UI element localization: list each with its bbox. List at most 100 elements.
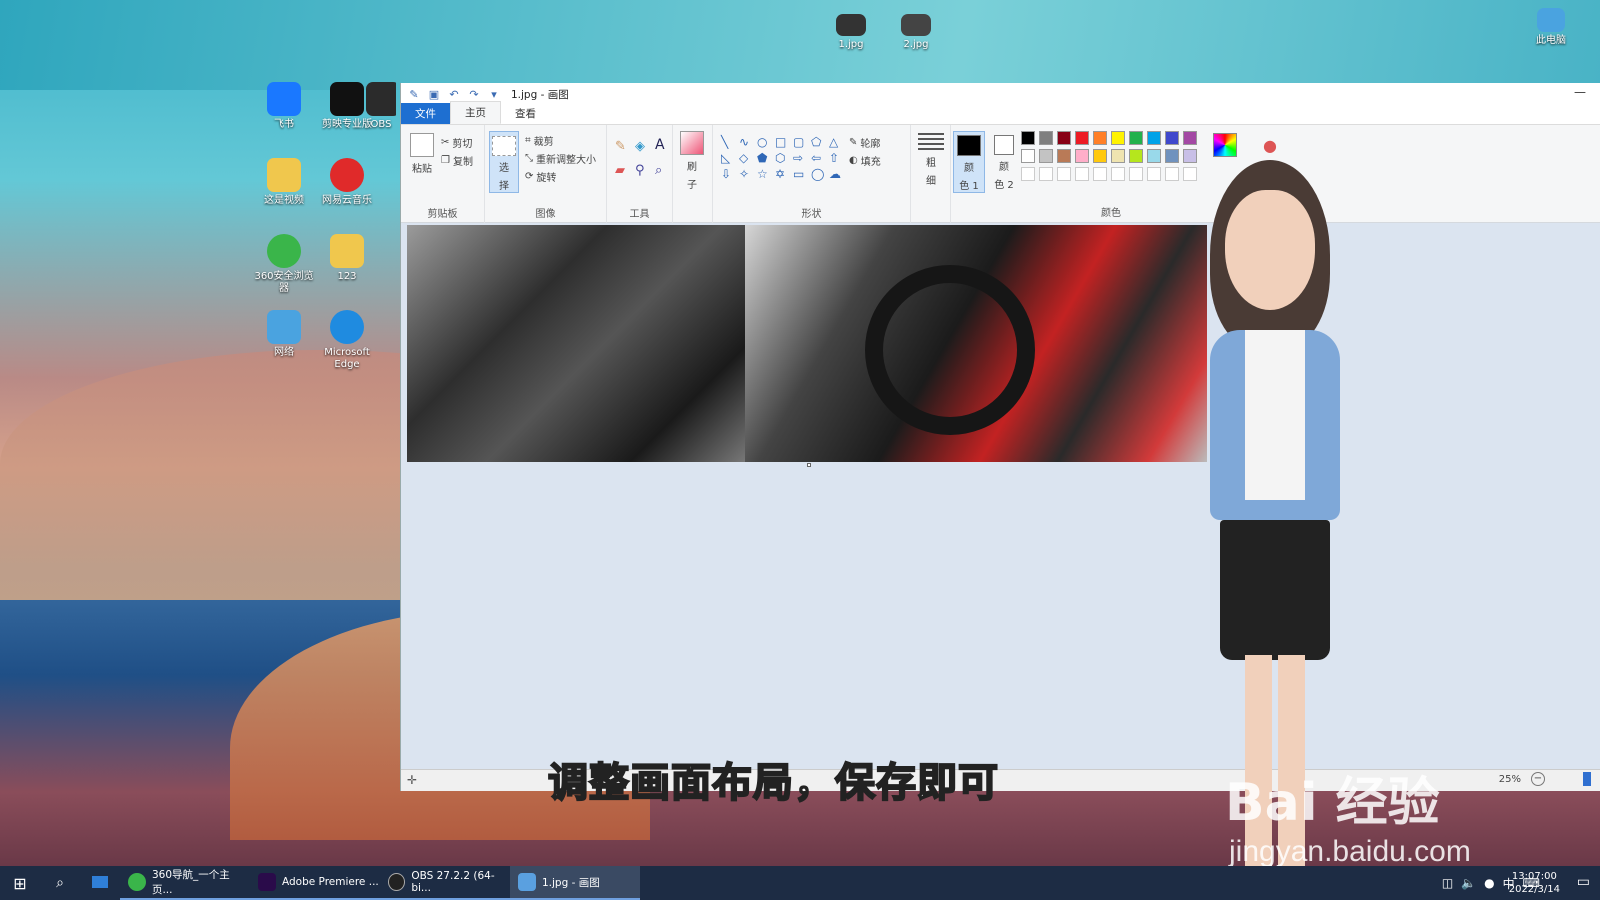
- paint-canvas[interactable]: [407, 225, 1207, 462]
- desktop-icon-360-browser[interactable]: 360安全浏览器: [253, 234, 315, 295]
- callout-rect-icon[interactable]: ▭: [793, 167, 809, 181]
- palette-swatch[interactable]: [1129, 149, 1143, 163]
- palette-swatch[interactable]: [1183, 131, 1197, 145]
- palette-swatch[interactable]: [1021, 149, 1035, 163]
- palette-custom-swatch[interactable]: [1075, 167, 1089, 181]
- rectangle-shape-icon[interactable]: □: [775, 135, 791, 149]
- text-tool-icon[interactable]: A: [655, 137, 665, 153]
- tray-volume-icon[interactable]: 🔈: [1461, 876, 1476, 890]
- size-button[interactable]: 粗 细: [916, 133, 946, 187]
- taskbar-item-obs[interactable]: OBS 27.2.2 (64-bi...: [380, 866, 510, 900]
- task-view-icon[interactable]: [80, 875, 120, 891]
- cut-button[interactable]: ✂ 剪切: [441, 135, 472, 150]
- canvas-resize-handle[interactable]: [807, 463, 811, 467]
- palette-swatch[interactable]: [1057, 149, 1071, 163]
- taskbar-clock[interactable]: 13:07:00 2022/3/14: [1509, 870, 1560, 896]
- palette-swatch[interactable]: [1039, 149, 1053, 163]
- palette-custom-swatch[interactable]: [1147, 167, 1161, 181]
- callout-cloud-icon[interactable]: ☁: [829, 167, 845, 181]
- fill-bucket-icon[interactable]: ◈: [635, 139, 645, 154]
- notification-icon[interactable]: ▭: [1577, 874, 1590, 890]
- palette-swatch[interactable]: [1111, 149, 1125, 163]
- taskbar-item-premiere[interactable]: Adobe Premiere ...: [250, 866, 380, 900]
- undo-icon[interactable]: ↶: [447, 87, 461, 101]
- fill-button[interactable]: ◐ 填充: [849, 153, 881, 168]
- desktop-icon-2jpg[interactable]: 2.jpg: [885, 14, 947, 51]
- five-point-star-icon[interactable]: ☆: [757, 167, 773, 181]
- copy-button[interactable]: ❐ 复制: [441, 153, 473, 168]
- quick-access-dropdown-icon[interactable]: ▾: [487, 87, 501, 101]
- save-icon[interactable]: ▣: [427, 87, 441, 101]
- oval-shape-icon[interactable]: ○: [757, 135, 773, 149]
- six-point-star-icon[interactable]: ✡: [775, 167, 791, 181]
- palette-custom-swatch[interactable]: [1057, 167, 1071, 181]
- palette-swatch[interactable]: [1075, 149, 1089, 163]
- palette-swatch[interactable]: [1093, 149, 1107, 163]
- desktop-icon-edge[interactable]: Microsoft Edge: [316, 310, 378, 371]
- taskbar-item-paint[interactable]: 1.jpg - 画图: [510, 866, 640, 900]
- left-arrow-shape-icon[interactable]: ⇦: [811, 151, 827, 165]
- search-icon[interactable]: ⌕: [40, 875, 80, 891]
- tab-file[interactable]: 文件: [401, 103, 450, 124]
- minimize-button[interactable]: —: [1574, 85, 1586, 99]
- select-button[interactable]: 选 择: [489, 131, 519, 193]
- triangle-shape-icon[interactable]: △: [829, 135, 845, 149]
- palette-custom-swatch[interactable]: [1165, 167, 1179, 181]
- desktop-icon-this-pc[interactable]: 此电脑: [1520, 8, 1582, 47]
- desktop-icon-network[interactable]: 网络: [253, 310, 315, 359]
- magnifier-icon[interactable]: ⌕: [655, 163, 662, 178]
- palette-swatch[interactable]: [1129, 131, 1143, 145]
- tab-home[interactable]: 主页: [450, 101, 501, 124]
- pentagon-shape-icon[interactable]: ⬟: [757, 151, 773, 165]
- callout-oval-icon[interactable]: ◯: [811, 167, 827, 181]
- four-point-star-icon[interactable]: ✧: [739, 167, 755, 181]
- color2-button[interactable]: 颜 色 2: [989, 135, 1019, 191]
- pencil-icon[interactable]: ✎: [615, 139, 626, 154]
- palette-custom-swatch[interactable]: [1093, 167, 1107, 181]
- resize-button[interactable]: ⤡ 重新调整大小: [525, 151, 596, 166]
- palette-custom-swatch[interactable]: [1129, 167, 1143, 181]
- palette-swatch[interactable]: [1147, 149, 1161, 163]
- edit-colors-icon[interactable]: [1213, 133, 1237, 157]
- desktop-icon-video-folder[interactable]: 这是视频: [253, 158, 315, 207]
- zoom-out-button[interactable]: −: [1531, 772, 1545, 786]
- outline-button[interactable]: ✎ 轮廓: [849, 135, 880, 150]
- palette-custom-swatch[interactable]: [1111, 167, 1125, 181]
- up-arrow-shape-icon[interactable]: ⇧: [829, 151, 845, 165]
- rounded-rect-shape-icon[interactable]: ▢: [793, 135, 809, 149]
- desktop-icon-obs[interactable]: OBS: [366, 82, 396, 131]
- polygon-shape-icon[interactable]: ⬠: [811, 135, 827, 149]
- palette-swatch[interactable]: [1021, 131, 1035, 145]
- zoom-slider-thumb[interactable]: [1583, 772, 1591, 786]
- tray-mic-icon[interactable]: ●: [1484, 876, 1494, 890]
- tab-view[interactable]: 查看: [501, 103, 550, 124]
- color-picker-icon[interactable]: ⚲: [635, 163, 645, 178]
- palette-swatch[interactable]: [1093, 131, 1107, 145]
- shapes-gallery[interactable]: ╲ ∿ ○ □ ▢ ⬠ △ ◺ ◇ ⬟ ⬡ ⇨ ⇦ ⇧ ⇩ ✧ ☆ ✡ ▭ ◯: [721, 135, 841, 181]
- line-shape-icon[interactable]: ╲: [721, 135, 737, 149]
- desktop-icon-feishu[interactable]: 飞书: [253, 82, 315, 131]
- palette-custom-swatch[interactable]: [1039, 167, 1053, 181]
- hexagon-shape-icon[interactable]: ⬡: [775, 151, 791, 165]
- palette-swatch[interactable]: [1039, 131, 1053, 145]
- right-arrow-shape-icon[interactable]: ⇨: [793, 151, 809, 165]
- brushes-button[interactable]: 刷 子: [677, 131, 707, 191]
- redo-icon[interactable]: ↷: [467, 87, 481, 101]
- tray-network-icon[interactable]: ◫: [1442, 876, 1453, 890]
- color1-button[interactable]: 颜 色 1: [953, 131, 985, 193]
- desktop-icon-1jpg[interactable]: 1.jpg: [820, 14, 882, 51]
- palette-custom-swatch[interactable]: [1021, 167, 1035, 181]
- desktop-icon-123[interactable]: 123: [316, 234, 378, 283]
- curve-shape-icon[interactable]: ∿: [739, 135, 755, 149]
- down-arrow-shape-icon[interactable]: ⇩: [721, 167, 737, 181]
- paste-button[interactable]: 粘贴: [407, 133, 437, 175]
- palette-swatch[interactable]: [1147, 131, 1161, 145]
- right-triangle-shape-icon[interactable]: ◺: [721, 151, 737, 165]
- palette-swatch[interactable]: [1111, 131, 1125, 145]
- paint3d-icon[interactable]: ●: [1263, 133, 1283, 157]
- eraser-icon[interactable]: ▰: [615, 163, 625, 178]
- palette-swatch[interactable]: [1165, 131, 1179, 145]
- diamond-shape-icon[interactable]: ◇: [739, 151, 755, 165]
- crop-button[interactable]: ⌗ 裁剪: [525, 133, 554, 148]
- rotate-button[interactable]: ⟳ 旋转: [525, 169, 556, 184]
